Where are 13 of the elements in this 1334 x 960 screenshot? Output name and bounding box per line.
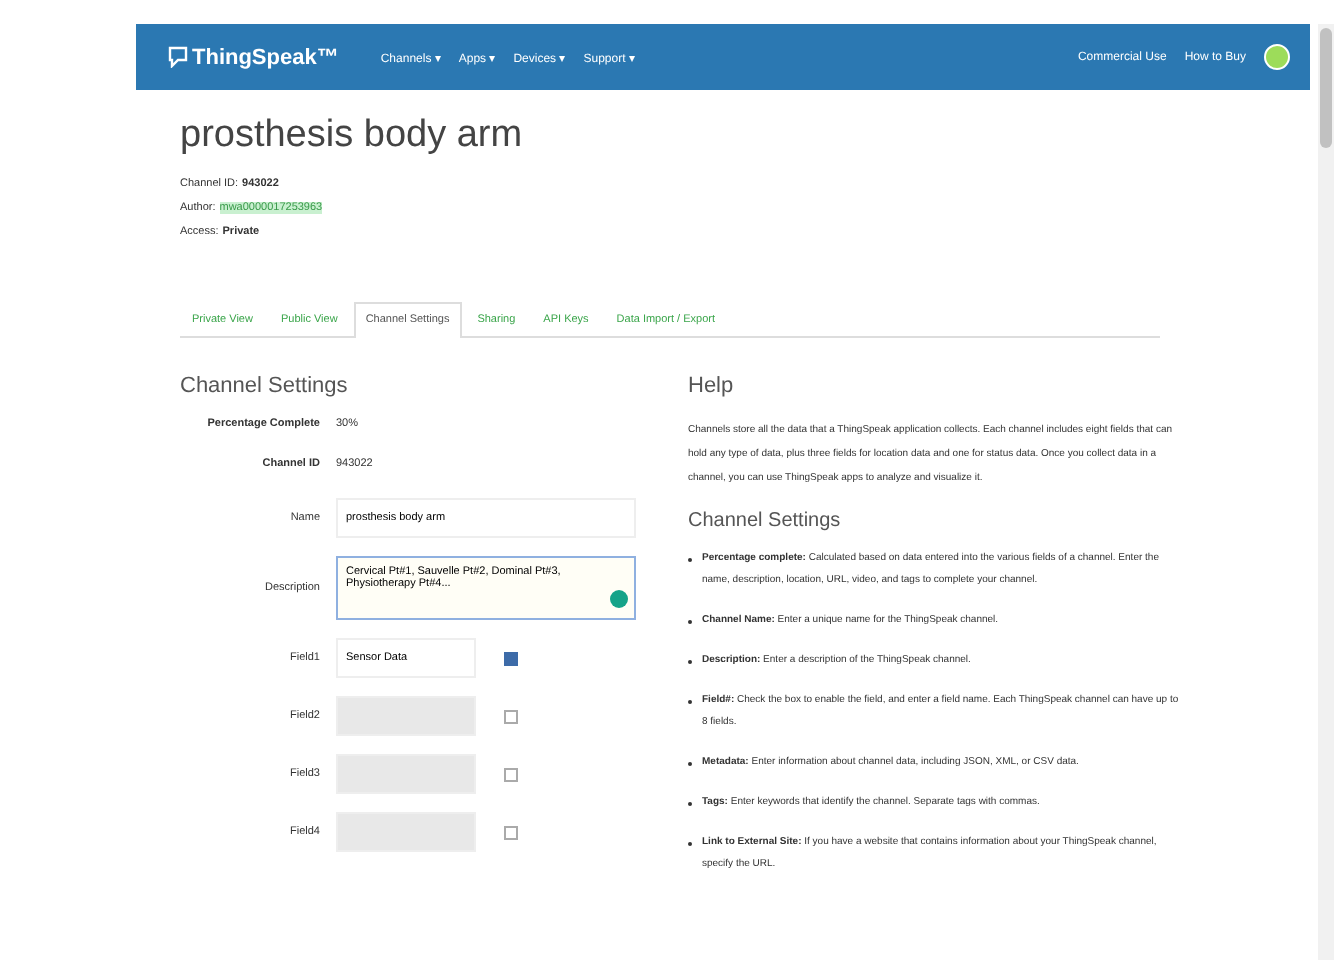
user-avatar-icon[interactable]: [1264, 44, 1290, 70]
checkbox[interactable]: [504, 767, 518, 781]
help-heading: Help: [688, 374, 736, 398]
help-subheading: Channel Settings: [688, 510, 843, 532]
chat-bubble-icon: [168, 46, 188, 68]
checkbox[interactable]: [504, 825, 518, 839]
scrollbar[interactable]: [1318, 24, 1334, 960]
section-heading: Channel Settings: [180, 374, 350, 398]
checkbox[interactable]: [504, 709, 518, 723]
checkbox[interactable]: [504, 651, 518, 665]
logo-text[interactable]: ThingSpeak™: [192, 45, 339, 69]
channel-title: prosthesis body arm: [180, 114, 525, 158]
scrollbar-thumb[interactable]: [1320, 28, 1332, 148]
